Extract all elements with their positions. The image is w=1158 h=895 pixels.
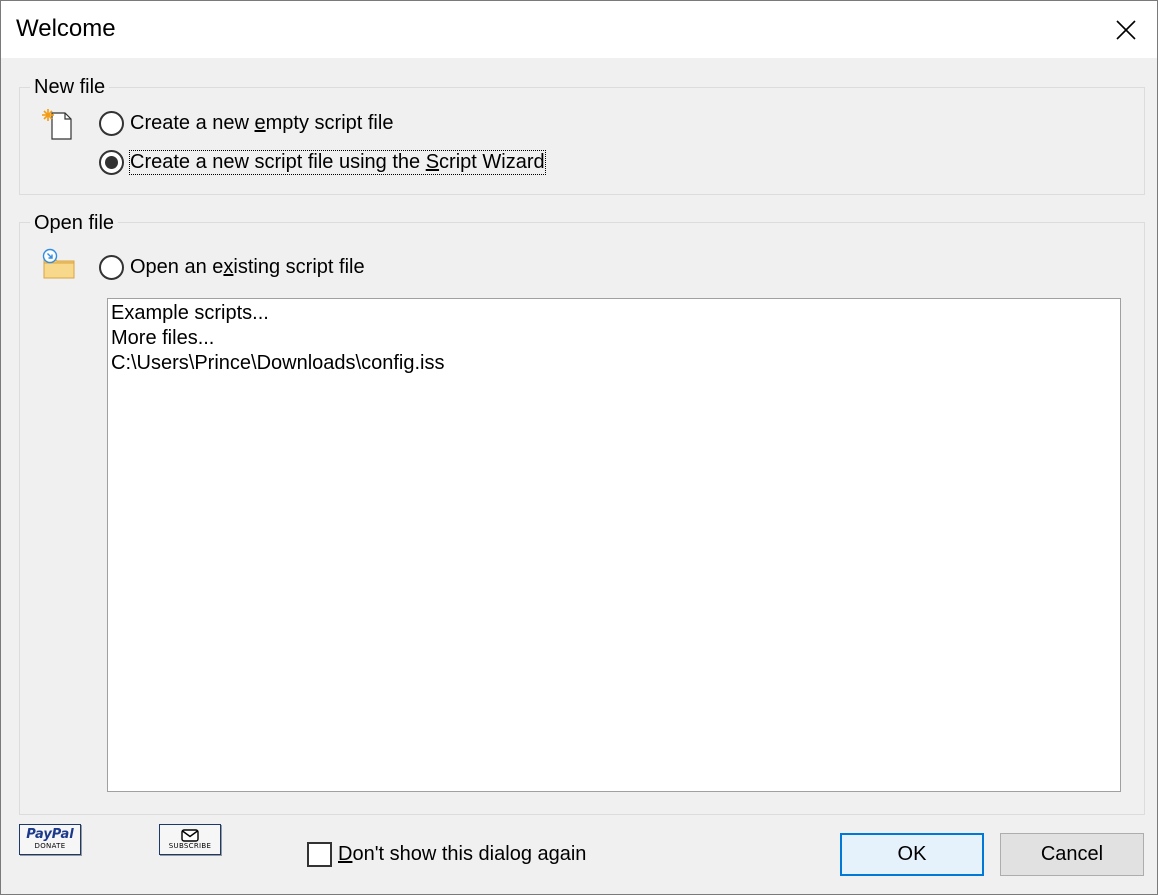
list-item-recent-file[interactable]: C:\Users\Prince\Downloads\config.iss <box>111 351 1117 376</box>
envelope-icon <box>181 828 199 842</box>
radio-button[interactable] <box>99 111 124 136</box>
list-item-example-scripts[interactable]: Example scripts... <box>111 301 1117 326</box>
radio-open-existing-script[interactable]: Open an existing script file <box>99 255 365 280</box>
radio-button-checked[interactable] <box>99 150 124 175</box>
cancel-button[interactable]: Cancel <box>1000 833 1144 876</box>
radio-label: Open an existing script file <box>130 256 365 278</box>
radio-script-wizard[interactable]: Create a new script file using the Scrip… <box>99 150 546 175</box>
donate-text: DONATE <box>34 842 66 850</box>
radio-new-empty-script[interactable]: Create a new empty script file <box>99 111 393 136</box>
subscribe-button[interactable]: SUBSCRIBE <box>159 824 221 855</box>
new-file-group-label: New file <box>30 76 110 99</box>
welcome-dialog: Welcome New file Create a new empty scri… <box>0 0 1158 895</box>
new-file-group <box>19 87 1145 195</box>
close-icon <box>1116 19 1136 40</box>
dont-show-again-checkbox-row[interactable]: Don't show this dialog again <box>307 842 586 867</box>
dont-show-again-label: Don't show this dialog again <box>338 843 587 865</box>
radio-label: Create a new empty script file <box>130 112 394 134</box>
dont-show-again-checkbox[interactable] <box>307 842 332 867</box>
close-button[interactable] <box>1095 1 1157 58</box>
window-title: Welcome <box>16 15 116 42</box>
list-item-more-files[interactable]: More files... <box>111 326 1117 351</box>
title-bar: Welcome <box>1 1 1157 58</box>
paypal-donate-button[interactable]: PayPal DONATE <box>19 824 81 855</box>
ok-button[interactable]: OK <box>840 833 984 876</box>
recent-files-list[interactable]: Example scripts... More files... C:\User… <box>107 298 1121 792</box>
radio-button[interactable] <box>99 255 124 280</box>
open-file-group-label: Open file <box>30 212 119 235</box>
radio-label: Create a new script file using the Scrip… <box>129 150 546 175</box>
paypal-logo-text: PayPal <box>26 827 74 842</box>
new-file-icon <box>42 109 72 140</box>
subscribe-text: SUBSCRIBE <box>168 841 212 850</box>
open-folder-icon <box>42 248 75 279</box>
